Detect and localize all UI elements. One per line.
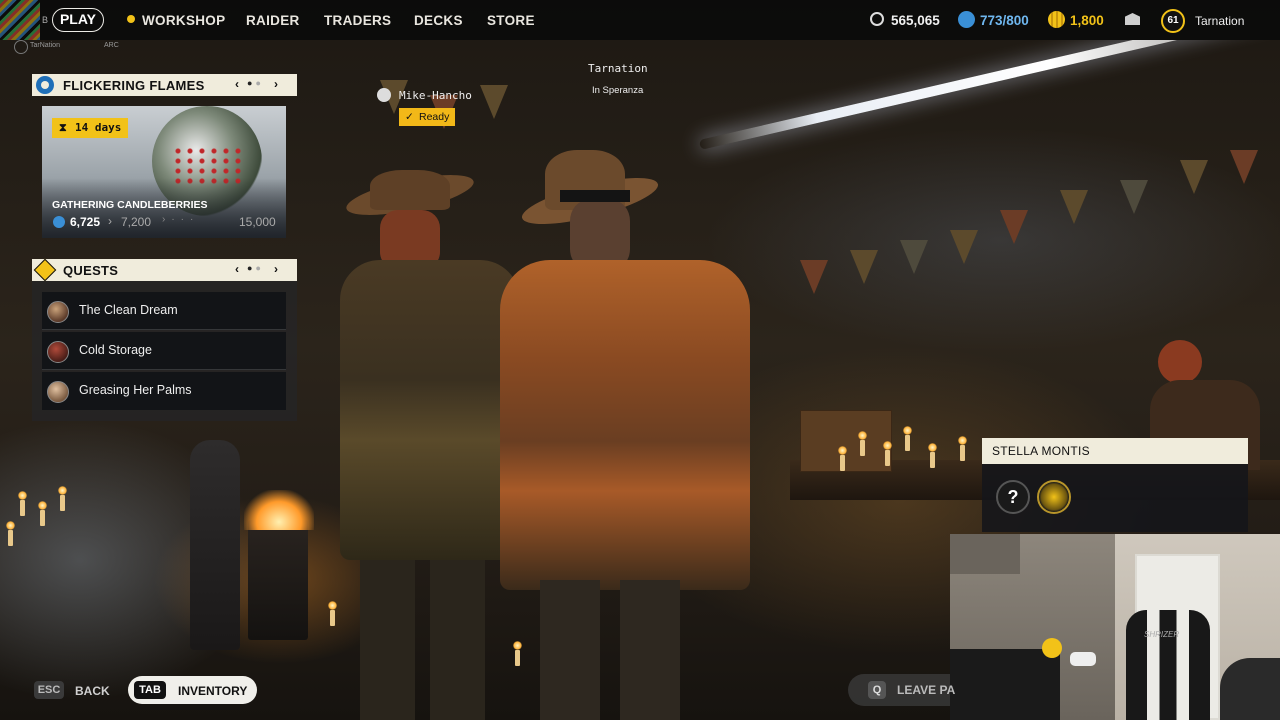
back-button[interactable]: BACK [75,684,110,698]
back-tag-label: B [42,15,49,25]
esc-key-hint: ESC [34,681,64,699]
webcam-headset [1070,652,1096,666]
party-member-ready-badge: ✓ Ready [399,108,455,126]
player-tag-name: TarNation [30,42,60,49]
nav-workshop[interactable]: WORKSHOP [142,13,225,28]
quest-giver-avatar [47,301,69,323]
player-tag-sub: ARC [104,42,119,49]
checkmark-icon: ✓ [405,111,414,123]
top-navigation-bar: B PLAY WORKSHOP RAIDER TRADERS DECKS STO… [0,0,1280,40]
hourglass-icon: ⧗ [59,122,67,134]
quests-panel-header: QUESTS ‹ ● ● › [32,258,297,282]
event-timer-value: 14 days [75,121,122,134]
party-leader-crown-icon [377,88,391,102]
webcam-chair-text: SHRIZER [1144,630,1180,639]
quest-giver-avatar [47,381,69,403]
npc-card-header: STELLA MONTIS [982,438,1248,464]
player-level-value: 61 [1167,15,1179,26]
quest-label: The Clean Dream [79,303,178,317]
quest-item[interactable]: Greasing Her Palms [42,372,286,410]
event-panel-header: FLICKERING FLAMES ‹ ● ● › [32,74,297,96]
player-level-badge: 61 [1161,9,1185,33]
event-progress-value: 6,725 [70,215,101,229]
gear-icon-center [41,81,49,89]
tab-key-hint: TAB [134,681,166,699]
event-max-value: 15,000 [239,215,276,229]
stash-icon [958,11,975,28]
leave-party-button[interactable]: Q LEAVE PA [848,674,955,706]
quest-label: Cold Storage [79,343,152,357]
leave-party-label: LEAVE PA [897,683,956,697]
raider-tokens-icon [1048,11,1065,28]
self-player-location: In Speranza [592,85,644,96]
nav-raider[interactable]: RAIDER [246,13,300,28]
webcam-monitor [950,649,1060,720]
coins-icon [870,12,884,26]
esc-key-label: ESC [37,684,61,696]
party-member-name: Mike-Hancho [399,89,472,102]
quests-title: QUESTS [63,263,119,278]
nav-traders[interactable]: TRADERS [324,13,391,28]
quest-diamond-icon [33,258,57,282]
play-button[interactable]: PLAY [52,8,104,32]
webcam-overlay: SHRIZER [950,534,1280,720]
webcam-person [1220,658,1280,720]
username[interactable]: Tarnation [1195,14,1244,28]
event-card[interactable]: ⧗ 14 days GATHERING CANDLEBERRIES 6,725 … [42,106,286,238]
npc-reward-icon[interactable] [1037,480,1071,514]
progress-gear-icon [53,216,65,228]
player-tag-avatar [14,40,28,54]
quest-giver-avatar [47,341,69,363]
event-title: FLICKERING FLAMES [63,78,205,93]
menu-corner-stripes-icon [0,0,40,40]
npc-name: STELLA MONTIS [992,444,1090,458]
coins-value: 565,065 [891,13,940,28]
event-timer-badge: ⧗ 14 days [52,118,128,138]
quest-item[interactable]: The Clean Dream [42,292,286,330]
mail-icon[interactable] [1125,13,1140,25]
chevron-right-icon[interactable]: › [274,77,278,91]
event-task-title: GATHERING CANDLEBERRIES [52,199,208,211]
chevron-right-small-icon: › [108,214,112,228]
npc-unknown-icon[interactable]: ? [996,480,1030,514]
event-milestone-value: 7,200 [121,215,152,229]
webcam-figurine [1042,638,1062,658]
stash-slots-value[interactable]: 773/800 [980,13,1029,28]
self-player-name: Tarnation [588,62,648,75]
nav-decks[interactable]: DECKS [414,13,463,28]
quest-label: Greasing Her Palms [79,383,192,397]
chevron-left-icon[interactable]: ‹ [235,77,239,91]
event-progress-dots: ›··· [162,214,200,225]
q-key-hint: Q [868,681,886,699]
quests-chevron-left-icon[interactable]: ‹ [235,262,239,276]
page-dots: ● ● [247,78,262,88]
tab-key-label: TAB [139,684,161,696]
quests-chevron-right-icon[interactable]: › [274,262,278,276]
nav-store[interactable]: STORE [487,13,535,28]
workshop-dot-icon [127,15,135,23]
webcam-lamp [950,534,1020,574]
webcam-gaming-chair: SHRIZER [1126,610,1210,720]
q-key-label: Q [872,684,882,696]
inventory-label: INVENTORY [178,684,248,698]
raider-tokens-value: 1,800 [1070,13,1104,28]
quests-page-dots: ● ● [247,263,262,273]
quest-item[interactable]: Cold Storage [42,332,286,370]
inventory-button[interactable]: TAB INVENTORY [128,676,257,704]
party-member-status: Ready [419,111,450,123]
npc-unknown-glyph: ? [1007,487,1019,507]
npc-card[interactable]: STELLA MONTIS ? [982,438,1248,532]
